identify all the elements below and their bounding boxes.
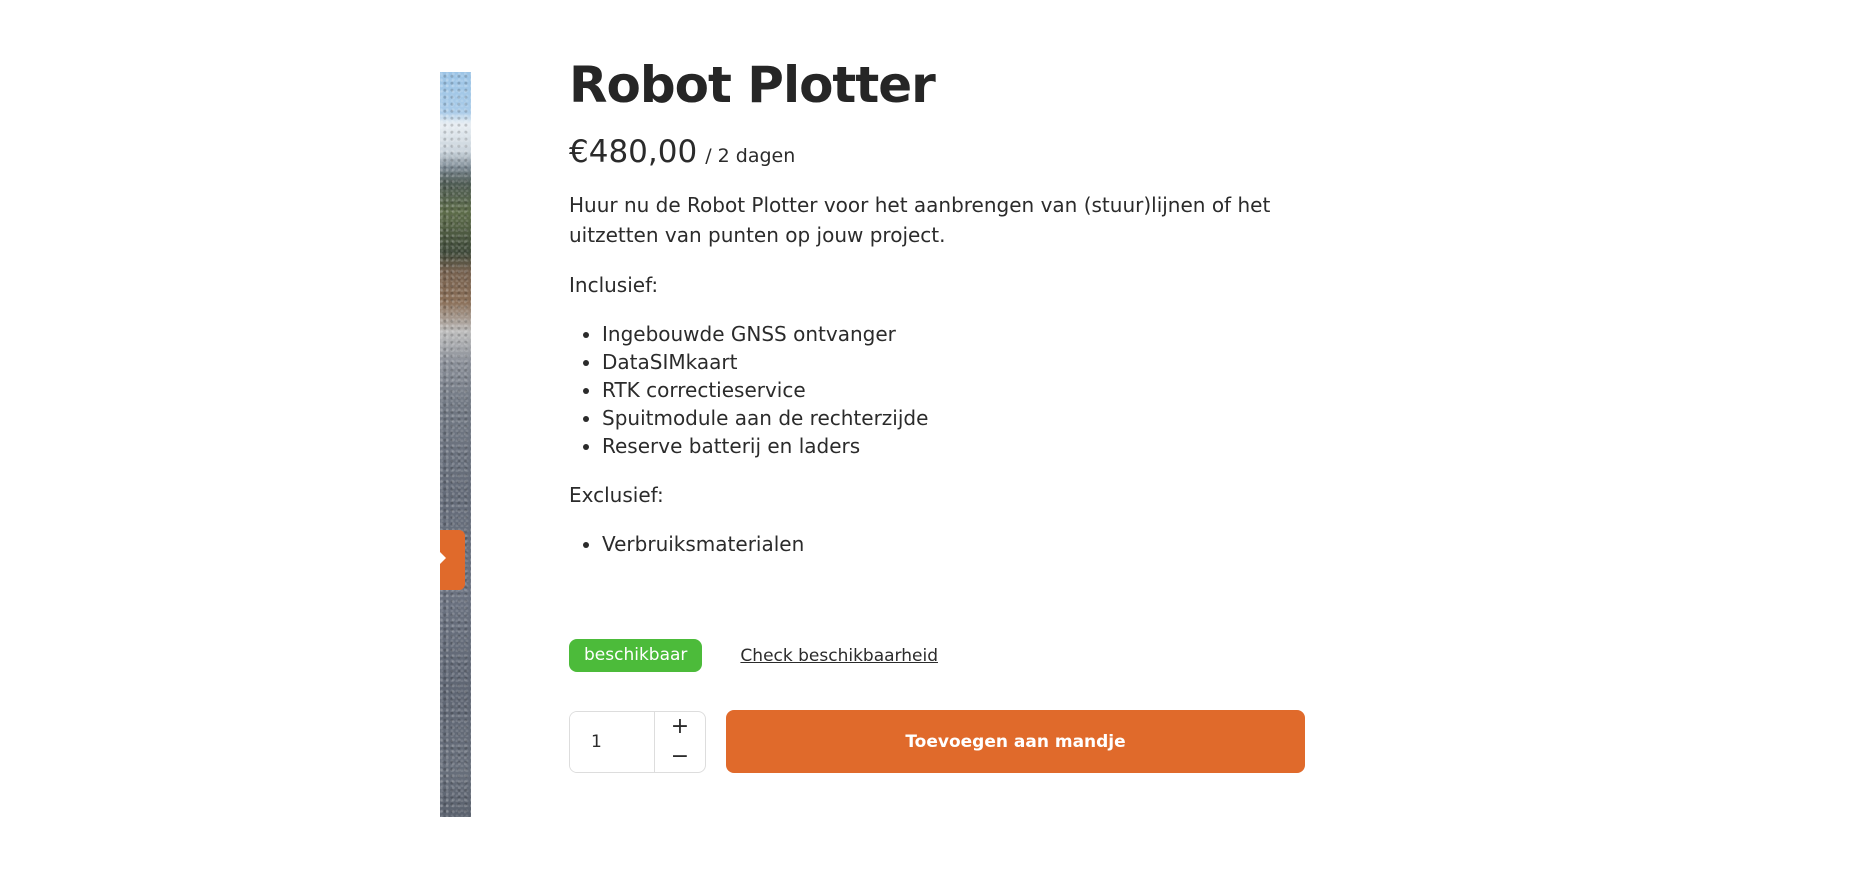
list-item: Spuitmodule aan de rechterzijde — [602, 404, 1307, 432]
list-item: RTK correctieservice — [602, 376, 1307, 404]
gallery-next-button[interactable] — [440, 530, 465, 590]
quantity-controls: + − — [654, 711, 705, 772]
excluded-heading: Exclusief: — [569, 483, 664, 507]
availability-row: beschikbaar Check beschikbaarheid — [569, 639, 938, 672]
price-period: / 2 dagen — [705, 145, 796, 167]
price-amount: €480,00 — [569, 134, 698, 170]
list-item: DataSIMkaart — [602, 348, 1307, 376]
product-summary: Robot Plotter €480,00 / 2 dagen Huur nu … — [569, 50, 1307, 578]
quantity-increase-button[interactable]: + — [655, 712, 705, 742]
chevron-right-icon — [440, 552, 446, 564]
list-item: Ingebouwde GNSS ontvanger — [602, 320, 1307, 348]
check-availability-link[interactable]: Check beschikbaarheid — [740, 646, 938, 666]
stock-status-badge: beschikbaar — [569, 639, 703, 672]
product-title: Robot Plotter — [569, 56, 936, 114]
price: €480,00 / 2 dagen — [569, 132, 1307, 172]
quantity-input[interactable] — [570, 711, 654, 772]
excluded-list: Verbruiksmaterialen — [569, 530, 1307, 558]
quantity-decrease-button[interactable]: − — [655, 742, 705, 772]
quantity-stepper: + − — [569, 710, 706, 773]
included-heading: Inclusief: — [569, 273, 659, 297]
product-description: Huur nu de Robot Plotter voor het aanbre… — [569, 190, 1307, 558]
product-image[interactable] — [440, 72, 471, 817]
included-list: Ingebouwde GNSS ontvanger DataSIMkaart R… — [569, 320, 1307, 460]
description-intro: Huur nu de Robot Plotter voor het aanbre… — [569, 193, 1271, 247]
list-item: Verbruiksmaterialen — [602, 530, 1307, 558]
add-to-cart-button[interactable]: Toevoegen aan mandje — [726, 710, 1305, 773]
add-to-cart-form: + − Toevoegen aan mandje — [569, 710, 1305, 773]
list-item: Reserve batterij en laders — [602, 432, 1307, 460]
